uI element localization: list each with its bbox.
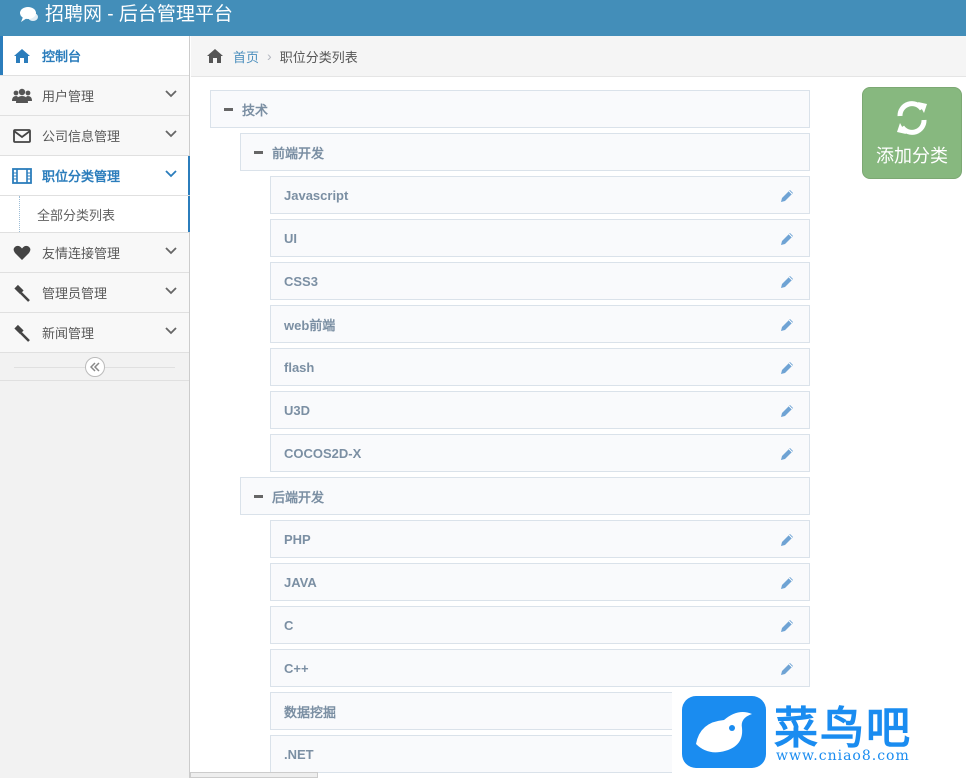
sidebar-item-dashboard[interactable]: 控制台: [0, 36, 189, 76]
breadcrumb-current: 职位分类列表: [279, 49, 358, 65]
watermark: 菜鸟吧 www.cniao8.com: [672, 690, 966, 778]
sidebar-item-links[interactable]: 友情连接管理: [0, 233, 189, 273]
tree-leaf[interactable]: UI: [270, 219, 810, 257]
tree-leaf[interactable]: web前端: [270, 305, 810, 343]
collapse-minus-icon[interactable]: [254, 494, 263, 498]
chevron-down-icon: [165, 327, 177, 335]
pencil-icon[interactable]: [779, 360, 795, 376]
double-angle-left-icon: [90, 362, 100, 372]
tree-node-label: 后端开发: [272, 489, 325, 505]
pencil-icon[interactable]: [779, 446, 795, 462]
chevron-down-icon: [165, 170, 177, 178]
tree-leaf[interactable]: COCOS2D-X: [270, 434, 810, 472]
users-icon: [11, 88, 33, 104]
top-navbar: 招聘网 - 后台管理平台: [0, 0, 966, 36]
tree-leaf-label: U3D: [284, 402, 311, 418]
tree-leaf[interactable]: flash: [270, 348, 810, 386]
sidebar-item-label: 公司信息管理: [42, 129, 121, 144]
tree-node-root[interactable]: 技术: [210, 90, 810, 128]
gavel-icon: [11, 324, 33, 342]
sidebar-item-label: 管理员管理: [42, 286, 108, 301]
breadcrumb: 首页 › 职位分类列表: [191, 36, 966, 77]
tree-leaf-label: web前端: [284, 317, 336, 333]
app-brand[interactable]: 招聘网 - 后台管理平台: [19, 2, 233, 28]
tree-leaf[interactable]: C: [270, 606, 810, 644]
tree-leaf-label: COCOS2D-X: [284, 445, 362, 461]
heart-icon: [11, 245, 33, 261]
add-category-button[interactable]: 添加分类: [862, 87, 962, 179]
chevron-down-icon: [165, 130, 177, 138]
tree-leaf-label: PHP: [284, 531, 311, 547]
sidebar-collapse-button[interactable]: [85, 357, 105, 377]
collapse-minus-icon[interactable]: [254, 150, 263, 154]
pencil-icon[interactable]: [779, 188, 795, 204]
sidebar-item-users[interactable]: 用户管理: [0, 76, 189, 116]
tree-leaf-label: CSS3: [284, 273, 318, 289]
pencil-icon[interactable]: [779, 231, 795, 247]
pencil-icon[interactable]: [779, 661, 795, 677]
tree-leaf[interactable]: U3D: [270, 391, 810, 429]
pencil-icon[interactable]: [779, 618, 795, 634]
pencil-icon[interactable]: [779, 532, 795, 548]
tree-leaf-label: .NET: [284, 746, 314, 762]
tree-leaf[interactable]: C++: [270, 649, 810, 687]
sidebar-item-job-category[interactable]: 职位分类管理: [0, 156, 190, 196]
tree-node-label: 前端开发: [272, 145, 325, 161]
pencil-icon[interactable]: [779, 317, 795, 333]
envelope-icon: [11, 128, 33, 143]
add-category-label: 添加分类: [876, 146, 948, 166]
chevron-down-icon: [165, 247, 177, 255]
horizontal-scrollbar[interactable]: [190, 772, 318, 778]
gavel-icon: [11, 284, 33, 302]
home-icon: [11, 48, 33, 64]
tree-leaf[interactable]: JAVA: [270, 563, 810, 601]
submenu-item-label: 全部分类列表: [37, 207, 116, 223]
sidebar-item-label: 友情连接管理: [42, 246, 121, 261]
sidebar-collapse-bar: [0, 353, 189, 381]
tree-leaf-label: flash: [284, 359, 315, 375]
bird-logo-icon: [682, 696, 766, 768]
sidebar-item-label: 用户管理: [42, 89, 95, 104]
tree-leaf[interactable]: Javascript: [270, 176, 810, 214]
pencil-icon[interactable]: [779, 274, 795, 290]
tree-leaf-label: C: [284, 617, 294, 633]
app-title: 招聘网 - 后台管理平台: [45, 4, 233, 25]
submenu-item-all-categories[interactable]: 全部分类列表: [0, 196, 190, 233]
tree-leaf-label: UI: [284, 230, 297, 246]
tree-node-group[interactable]: 前端开发: [240, 133, 810, 171]
pencil-icon[interactable]: [779, 575, 795, 591]
sidebar-item-admins[interactable]: 管理员管理: [0, 273, 189, 313]
sidebar: 控制台 用户管理 公司信息管理 职位分类管理 全部分类列表 友情连接管理 管理员…: [0, 36, 190, 778]
sidebar-item-label: 职位分类管理: [42, 169, 121, 184]
chevron-down-icon: [165, 90, 177, 98]
breadcrumb-separator: ›: [267, 48, 272, 64]
watermark-title: 菜鸟吧: [774, 703, 912, 754]
refresh-icon: [863, 98, 961, 138]
tree-leaf[interactable]: PHP: [270, 520, 810, 558]
collapse-minus-icon[interactable]: [224, 107, 233, 111]
tree-node-group[interactable]: 后端开发: [240, 477, 810, 515]
sidebar-item-label: 控制台: [42, 49, 82, 64]
tree-leaf-label: C++: [284, 660, 309, 676]
pencil-icon[interactable]: [779, 403, 795, 419]
sidebar-item-news[interactable]: 新闻管理: [0, 313, 189, 353]
tree-leaf-label: 数据挖掘: [284, 704, 337, 720]
film-icon: [11, 167, 33, 184]
sidebar-item-label: 新闻管理: [42, 326, 95, 341]
comments-icon: [20, 7, 38, 22]
tree-leaf-label: Javascript: [284, 187, 349, 203]
tree-node-label: 技术: [242, 102, 269, 118]
watermark-url: www.cniao8.com: [776, 748, 910, 764]
breadcrumb-home-link[interactable]: 首页: [233, 47, 259, 66]
sidebar-item-company[interactable]: 公司信息管理: [0, 116, 189, 156]
tree-leaf[interactable]: CSS3: [270, 262, 810, 300]
tree-leaf-label: JAVA: [284, 574, 317, 590]
home-icon: [206, 48, 224, 64]
chevron-down-icon: [165, 287, 177, 295]
